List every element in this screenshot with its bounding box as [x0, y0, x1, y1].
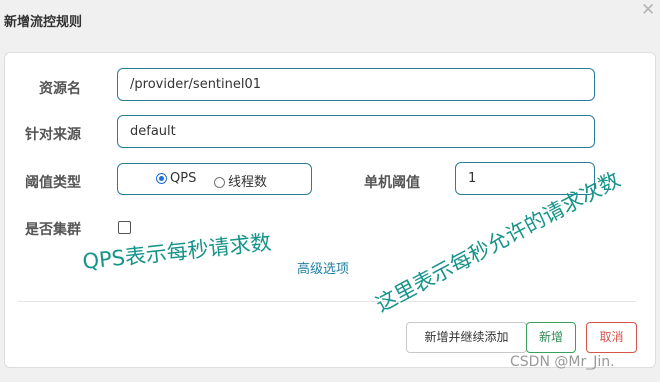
advanced-options-link[interactable]: 高级选项 — [297, 258, 349, 277]
grade-option-thread[interactable]: 线程数 — [214, 171, 267, 190]
grade-option-thread-label: 线程数 — [228, 175, 268, 190]
dialog-title: 新增流控规则 — [4, 15, 83, 30]
close-icon[interactable]: ✕ — [641, 0, 655, 20]
limit-app-input[interactable]: default — [117, 115, 595, 148]
grade-option-qps-label: QPS — [170, 171, 197, 186]
cluster-label: 是否集群 — [25, 222, 81, 238]
add-and-continue-button[interactable]: 新增并继续添加 — [406, 322, 527, 353]
grade-label: 阈值类型 — [25, 175, 81, 191]
limit-app-label: 针对来源 — [25, 127, 81, 143]
radio-unchecked-icon — [214, 177, 225, 188]
add-button[interactable]: 新增 — [526, 322, 576, 353]
resource-label: 资源名 — [39, 81, 81, 97]
cluster-checkbox[interactable] — [118, 221, 131, 234]
radio-checked-icon — [156, 173, 167, 184]
grade-radio-group: QPS 线程数 — [117, 163, 312, 195]
count-label: 单机阈值 — [364, 175, 420, 191]
footer-divider — [18, 301, 636, 302]
watermark: CSDN @Mr_Jin. — [510, 354, 615, 370]
cancel-button[interactable]: 取消 — [586, 322, 637, 353]
resource-input[interactable]: /provider/sentinel01 — [117, 68, 595, 101]
grade-option-qps[interactable]: QPS — [156, 171, 196, 186]
